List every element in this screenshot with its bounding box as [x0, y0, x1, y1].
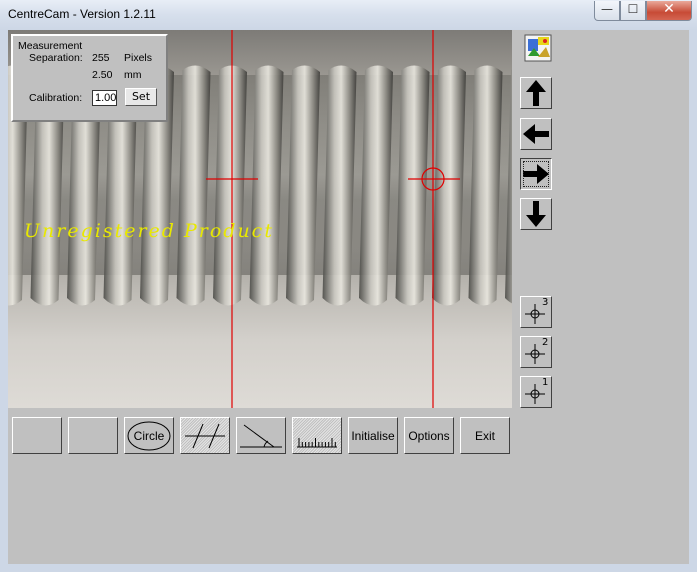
- minimize-button[interactable]: —: [594, 1, 620, 21]
- options-button[interactable]: Options: [404, 417, 454, 454]
- crosshair-3-label: 3: [542, 297, 549, 308]
- window-title: CentreCam - Version 1.2.11: [8, 7, 156, 21]
- move-down-button[interactable]: [520, 198, 552, 230]
- measurement-heading: Measurement: [18, 40, 83, 52]
- mm-unit: mm: [124, 69, 142, 81]
- initialise-button[interactable]: Initialise: [348, 417, 398, 454]
- maximize-icon: ☐: [627, 2, 639, 16]
- set-calibration-button[interactable]: Set: [125, 88, 157, 106]
- arrow-down-icon: [526, 201, 546, 227]
- close-icon: ✕: [663, 1, 675, 17]
- calibration-label: Calibration:: [29, 92, 83, 104]
- measurement-panel: Measurement Separation: 255 Pixels 2.50 …: [11, 34, 168, 122]
- ruler-tool-button[interactable]: [292, 417, 342, 454]
- circle-tool-label: Circle: [133, 428, 165, 443]
- separation-value: 255: [92, 52, 110, 64]
- close-button[interactable]: ✕: [646, 1, 692, 21]
- crosshair-1-label: 1: [542, 377, 549, 388]
- circle-tool-button[interactable]: Circle: [124, 417, 174, 454]
- parallel-lines-tool-button[interactable]: [180, 417, 230, 454]
- blank-tool-button-1[interactable]: [12, 417, 62, 454]
- arrow-up-icon: [526, 80, 546, 106]
- crosshair-2-label: 2: [542, 337, 549, 348]
- separation-label: Separation:: [29, 52, 83, 64]
- arrow-right-icon: [523, 164, 549, 184]
- crosshair-3-button[interactable]: 3: [520, 296, 552, 328]
- exit-button[interactable]: Exit: [460, 417, 510, 454]
- minimize-icon: —: [601, 2, 613, 16]
- window-frame-left: [0, 30, 8, 572]
- angle-tool-button[interactable]: [236, 417, 286, 454]
- parallel-lines-icon: [185, 423, 225, 448]
- crosshair-2-button[interactable]: 2: [520, 336, 552, 368]
- arrow-left-icon: [523, 124, 549, 144]
- title-bar: CentreCam - Version 1.2.11 — ☐ ✕: [0, 0, 697, 31]
- watermark-text: Unregistered Product: [24, 220, 274, 242]
- mm-value: 2.50: [92, 69, 113, 81]
- crosshair-1-button[interactable]: 1: [520, 376, 552, 408]
- calibration-input[interactable]: 1.00: [92, 90, 117, 106]
- separation-unit: Pixels: [124, 52, 153, 64]
- camera-settings-button[interactable]: [523, 33, 553, 63]
- move-left-button[interactable]: [520, 118, 552, 150]
- move-right-button[interactable]: [520, 158, 552, 190]
- blank-tool-button-2[interactable]: [68, 417, 118, 454]
- camera-settings-icon: [524, 34, 552, 62]
- window-frame-right: [689, 30, 697, 572]
- maximize-button[interactable]: ☐: [620, 1, 646, 21]
- angle-icon: [240, 424, 282, 447]
- window-frame-bottom: [0, 564, 697, 572]
- move-up-button[interactable]: [520, 77, 552, 109]
- ruler-icon: [297, 437, 337, 447]
